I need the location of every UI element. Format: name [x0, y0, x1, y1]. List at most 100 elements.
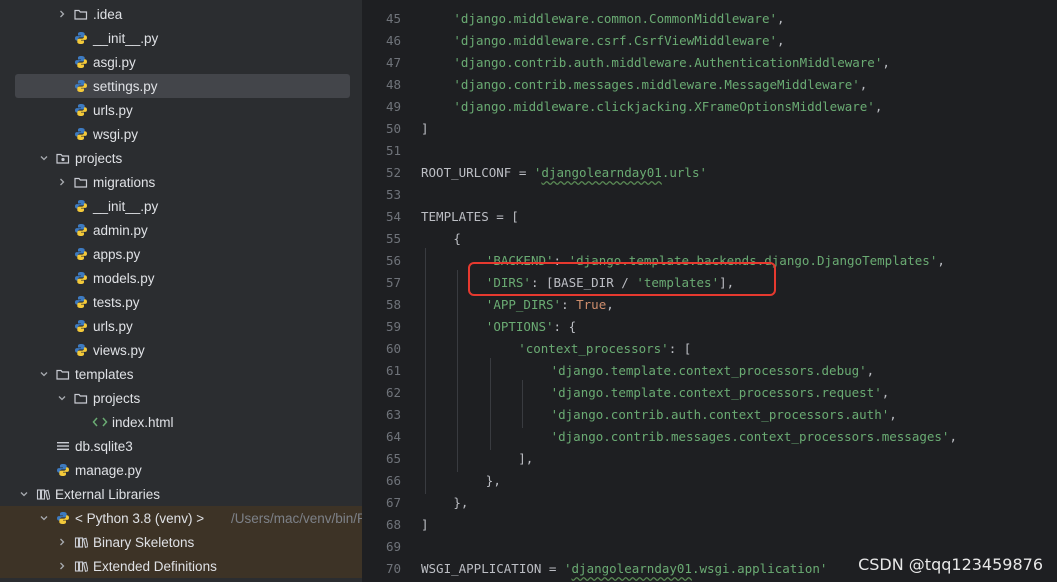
project-tree-item[interactable]: views.py — [0, 338, 362, 362]
chevron-right-icon[interactable] — [56, 560, 68, 572]
chevron-down-icon[interactable] — [56, 392, 68, 404]
project-tool-window: .idea __init__.py asgi.py settings.py urls.p… — [0, 0, 362, 582]
html-file-icon — [92, 414, 108, 430]
line-number: 47 — [385, 55, 401, 70]
library-icon — [73, 558, 89, 574]
code-text: ] — [421, 514, 429, 536]
project-tree-item[interactable]: index.html — [0, 410, 362, 434]
code-token: ], — [518, 451, 534, 466]
code-token: , — [859, 77, 868, 92]
code-line[interactable]: 67}, — [363, 492, 1057, 514]
code-keyword: True — [576, 297, 607, 312]
code-text: }, — [486, 470, 501, 492]
project-tree-item[interactable]: wsgi.py — [0, 122, 362, 146]
code-text: TEMPLATES = [ — [421, 206, 519, 228]
project-tree-item[interactable]: db.sqlite3 — [0, 434, 362, 458]
project-tree-item[interactable]: settings.py — [0, 74, 362, 98]
python-file-icon — [73, 102, 89, 118]
project-tree-item[interactable]: __init__.py — [0, 194, 362, 218]
code-line[interactable]: 45 'django.middleware.common.CommonMiddle… — [363, 8, 1057, 30]
code-line[interactable]: 58 'APP_DIRS': True, — [363, 294, 1057, 316]
code-line[interactable]: 65], — [363, 448, 1057, 470]
chevron-down-icon[interactable] — [18, 488, 30, 500]
code-string: 'OPTIONS' — [485, 319, 554, 334]
project-tree-item[interactable]: urls.py — [0, 98, 362, 122]
code-line[interactable]: 49 'django.middleware.clickjacking.XFrame… — [363, 96, 1057, 118]
code-string: 'context_processors' — [518, 341, 669, 356]
code-line[interactable]: 64 'django.contrib.messages.context_proce… — [363, 426, 1057, 448]
code-text: 'django.contrib.messages.context_process… — [551, 426, 957, 448]
code-line[interactable]: 55 { — [363, 228, 1057, 250]
project-tree-item-label: tests.py — [93, 294, 140, 310]
chevron-down-icon[interactable] — [38, 512, 50, 524]
code-line[interactable]: 54 TEMPLATES = [ — [363, 206, 1057, 228]
code-line[interactable]: 59 'OPTIONS': { — [363, 316, 1057, 338]
code-token: , — [949, 429, 957, 444]
project-tree-item[interactable]: apps.py — [0, 242, 362, 266]
project-tree-item[interactable]: models.py — [0, 266, 362, 290]
chevron-down-icon[interactable] — [38, 152, 50, 164]
code-line[interactable]: 47 'django.contrib.auth.middleware.Authen… — [363, 52, 1057, 74]
chevron-right-icon[interactable] — [56, 8, 68, 20]
line-number: 49 — [385, 99, 401, 114]
project-tree-item[interactable]: __init__.py — [0, 26, 362, 50]
chevron-right-icon[interactable] — [56, 176, 68, 188]
line-number: 70 — [385, 561, 401, 576]
code-line[interactable]: 52 ROOT_URLCONF = 'djangolearnday01.urls' — [363, 162, 1057, 184]
code-line[interactable]: 63 'django.contrib.auth.context_processor… — [363, 404, 1057, 426]
library-icon — [35, 486, 51, 502]
python-file-icon — [73, 270, 89, 286]
line-number: 56 — [385, 253, 401, 268]
project-tree-item[interactable]: projects — [0, 386, 362, 410]
code-line[interactable]: 66}, — [363, 470, 1057, 492]
code-line[interactable]: 53 — [363, 184, 1057, 206]
project-tree-item[interactable]: Binary Skeletons — [0, 530, 362, 554]
project-tree-item-label: views.py — [93, 342, 145, 358]
chevron-right-icon[interactable] — [56, 536, 68, 548]
library-icon — [73, 534, 89, 550]
project-tree-item-label: asgi.py — [93, 54, 136, 70]
code-string: .urls' — [661, 165, 707, 180]
line-number: 54 — [385, 209, 401, 224]
project-tree-item[interactable]: Extended Definitions — [0, 554, 362, 578]
line-number: 63 — [385, 407, 401, 422]
project-tree-item-label: settings.py — [93, 78, 158, 94]
code-line[interactable]: 50] — [363, 118, 1057, 140]
code-text: 'django.middleware.csrf.CsrfViewMiddlewa… — [453, 30, 784, 52]
project-tree-item[interactable]: migrations — [0, 170, 362, 194]
project-tree-item[interactable]: .idea — [0, 2, 362, 26]
project-tree-item[interactable]: tests.py — [0, 290, 362, 314]
project-tree-item[interactable]: manage.py — [0, 458, 362, 482]
project-tree-item-label: wsgi.py — [93, 126, 139, 142]
chevron-down-icon[interactable] — [38, 368, 50, 380]
code-string: .wsgi.application' — [691, 561, 828, 576]
project-tree-item-label: __init__.py — [93, 198, 159, 214]
project-tree-item[interactable]: urls.py — [0, 314, 362, 338]
code-line[interactable]: 61 'django.template.context_processors.de… — [363, 360, 1057, 382]
project-tree-item-label: urls.py — [93, 318, 133, 334]
python-file-icon — [73, 78, 89, 94]
code-token: , — [882, 55, 890, 70]
folder-icon — [55, 366, 71, 382]
project-tree-item[interactable]: asgi.py — [0, 50, 362, 74]
project-tree-item[interactable]: External Libraries — [0, 482, 362, 506]
code-text: 'django.template.context_processors.debu… — [551, 360, 875, 382]
code-line[interactable]: 60 'context_processors': [ — [363, 338, 1057, 360]
project-tree-item-label: templates — [75, 366, 134, 382]
project-tree-item[interactable]: templates — [0, 362, 362, 386]
line-number: 55 — [385, 231, 401, 246]
code-line[interactable]: 51 — [363, 140, 1057, 162]
code-line[interactable]: 46 'django.middleware.csrf.CsrfViewMiddle… — [363, 30, 1057, 52]
project-tree-item[interactable]: projects — [0, 146, 362, 170]
code-line[interactable]: 48 'django.contrib.messages.middleware.Me… — [363, 74, 1057, 96]
code-line[interactable]: 62 'django.template.context_processors.re… — [363, 382, 1057, 404]
project-tree-item-label: apps.py — [93, 246, 141, 262]
line-number: 64 — [385, 429, 401, 444]
sdk-path-label: /Users/mac/venv/bin/Py — [231, 510, 362, 526]
code-string: 'django.template.context_processors.requ… — [550, 385, 882, 400]
project-tree-item-label: migrations — [93, 174, 156, 190]
project-tree-item[interactable]: < Python 3.8 (venv) > /Users/mac/venv/bin… — [0, 506, 362, 530]
code-token: , — [874, 99, 883, 114]
code-line[interactable]: 68] — [363, 514, 1057, 536]
project-tree-item[interactable]: admin.py — [0, 218, 362, 242]
